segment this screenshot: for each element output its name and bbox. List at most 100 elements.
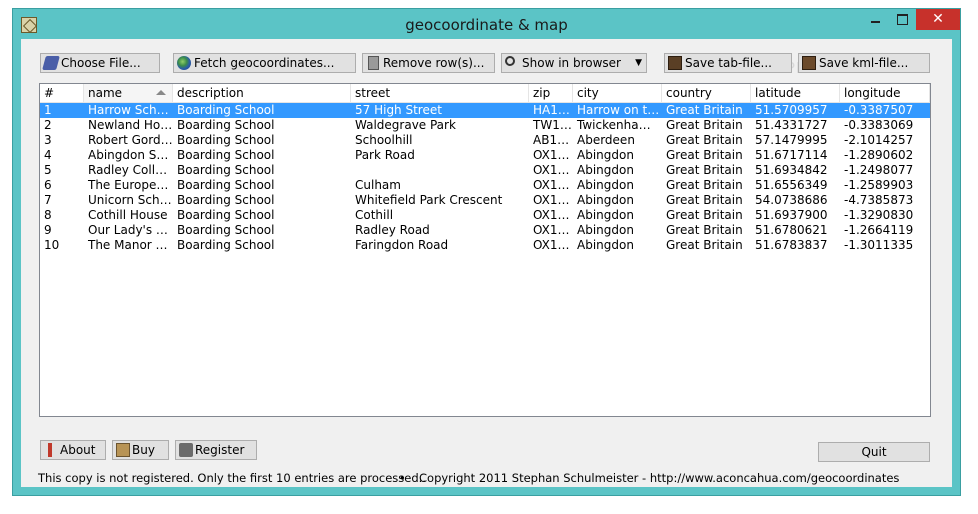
column-header-country[interactable]: country [662,84,751,102]
cell-description: Boarding School [177,118,275,132]
column-header-latitude[interactable]: latitude [751,84,840,102]
cell-latitude: 51.6780621 [755,223,828,237]
cell-zip: OX14... [533,178,573,192]
cell-description: Boarding School [177,223,275,237]
cell-city: Twickenham ... [577,118,662,132]
fetch-geocoordinates-button[interactable]: Fetch geocoordinates... [173,53,356,73]
choose-file-button[interactable]: Choose File... [40,53,160,73]
cell-index: 9 [44,223,52,237]
cell-name: Abingdon Sch... [88,148,173,162]
cell-description: Boarding School [177,238,275,252]
cell-latitude: 51.6556349 [755,178,828,192]
cell-name: The Manor Pr... [88,238,173,252]
table-row[interactable]: 1 Harrow School Boarding School 57 High Str… [40,103,930,118]
column-header-name[interactable]: name [84,84,173,102]
show-in-browser-dropdown[interactable]: Show in browser ▼ [501,53,647,73]
cell-longitude: -1.2589903 [844,178,914,192]
cell-street [351,163,529,178]
cell-index: 7 [44,193,52,207]
magnifier-icon [505,56,515,66]
cell-longitude: -2.1014257 [844,133,914,147]
results-table[interactable]: # name description street zip city count… [39,83,931,417]
cell-country: Great Britain [666,103,743,117]
column-header-description[interactable]: description [173,84,351,102]
buy-button[interactable]: Buy [112,440,169,460]
table-row[interactable]: 2 Newland Hou... Boarding School Waldegrave… [40,118,930,133]
cell-zip: TW1 ... [533,118,573,132]
cell-name: Newland Hou... [88,118,173,132]
window-title: geocoordinate & map [405,16,568,34]
register-label: Register [195,443,245,457]
cell-street: Culham [355,178,401,192]
cell-description: Boarding School [177,208,275,222]
table-row[interactable]: 8 Cothill House Boarding School Cothill OX13… [40,208,930,223]
cell-index: 10 [44,238,60,252]
remove-label: Remove row(s)... [383,56,485,70]
trash-icon [368,56,379,70]
cell-zip: OX14... [533,148,573,162]
cell-description: Boarding School [177,193,275,207]
cell-index: 6 [44,178,52,192]
cell-latitude: 51.6717114 [755,148,828,162]
save-kml-file-button[interactable]: Save kml-file... [798,53,930,73]
save-tab-file-button[interactable]: Save tab-file... [664,53,792,73]
cell-description: Boarding School [177,163,275,177]
about-button[interactable]: About [40,440,106,460]
maximize-button[interactable] [889,9,915,30]
cell-city: Abingdon [577,238,634,252]
cell-city: Abingdon [577,223,634,237]
cell-description: Boarding School [177,103,275,117]
cell-zip: OX14... [533,163,573,177]
save-tab-label: Save tab-file... [685,56,772,70]
table-row[interactable]: 5 Radley College Boarding School OX14... Abi… [40,163,930,178]
cell-description: Boarding School [177,148,275,162]
chevron-down-icon: ▼ [635,58,642,68]
cell-country: Great Britain [666,208,743,222]
cell-description: Boarding School [177,178,275,192]
choose-file-label: Choose File... [61,56,141,70]
table-row[interactable]: 3 Robert Gordo... Boarding School Schoolhil… [40,133,930,148]
sort-ascending-icon [156,90,166,95]
cell-name: Unicorn School [88,193,173,207]
cell-city: Abingdon [577,208,634,222]
register-button[interactable]: Register [175,440,257,460]
cell-name: Radley College [88,163,173,177]
cell-street: Radley Road [355,223,430,237]
quit-button[interactable]: Quit [818,442,930,462]
table-row[interactable]: 9 Our Lady's Ab... Boarding School Radley R… [40,223,930,238]
table-row[interactable]: 6 The European... Boarding School Culham OX1… [40,178,930,193]
close-button[interactable]: ✕ [916,9,960,30]
column-header-street[interactable]: street [351,84,529,102]
stamp-icon [179,443,193,457]
cell-longitude: -1.3290830 [844,208,914,222]
cell-country: Great Britain [666,178,743,192]
cell-city: Harrow on th... [577,103,662,117]
remove-rows-button[interactable]: Remove row(s)... [362,53,495,73]
save-kml-label: Save kml-file... [819,56,909,70]
title-bar[interactable]: geocoordinate & map ✕ [13,9,960,39]
cell-name: Cothill House [88,208,168,222]
minimize-button[interactable] [862,9,888,30]
cell-city: Abingdon [577,148,634,162]
book-icon [668,56,682,70]
table-row[interactable]: 7 Unicorn School Boarding School Whitefield… [40,193,930,208]
column-header-longitude[interactable]: longitude [840,84,930,102]
column-header-index[interactable]: # [40,84,84,102]
cell-country: Great Britain [666,118,743,132]
fetch-label: Fetch geocoordinates... [194,56,335,70]
cell-description: Boarding School [177,133,275,147]
cell-name: The European... [88,178,173,192]
cell-zip: OX13... [533,238,573,252]
about-label: About [60,443,96,457]
table-row[interactable]: 10 The Manor Pr... Boarding School Faringdo… [40,238,930,253]
table-row[interactable]: 4 Abingdon Sch... Boarding School Park Road… [40,148,930,163]
cell-street: Cothill [355,208,394,222]
cell-latitude: 54.0738686 [755,193,828,207]
cell-latitude: 51.4331727 [755,118,828,132]
cell-zip: HA1 ... [533,103,573,117]
column-header-city[interactable]: city [573,84,662,102]
column-header-name-label: name [88,86,123,100]
buy-label: Buy [132,443,155,457]
cell-street: Park Road [355,148,415,162]
column-header-zip[interactable]: zip [529,84,573,102]
